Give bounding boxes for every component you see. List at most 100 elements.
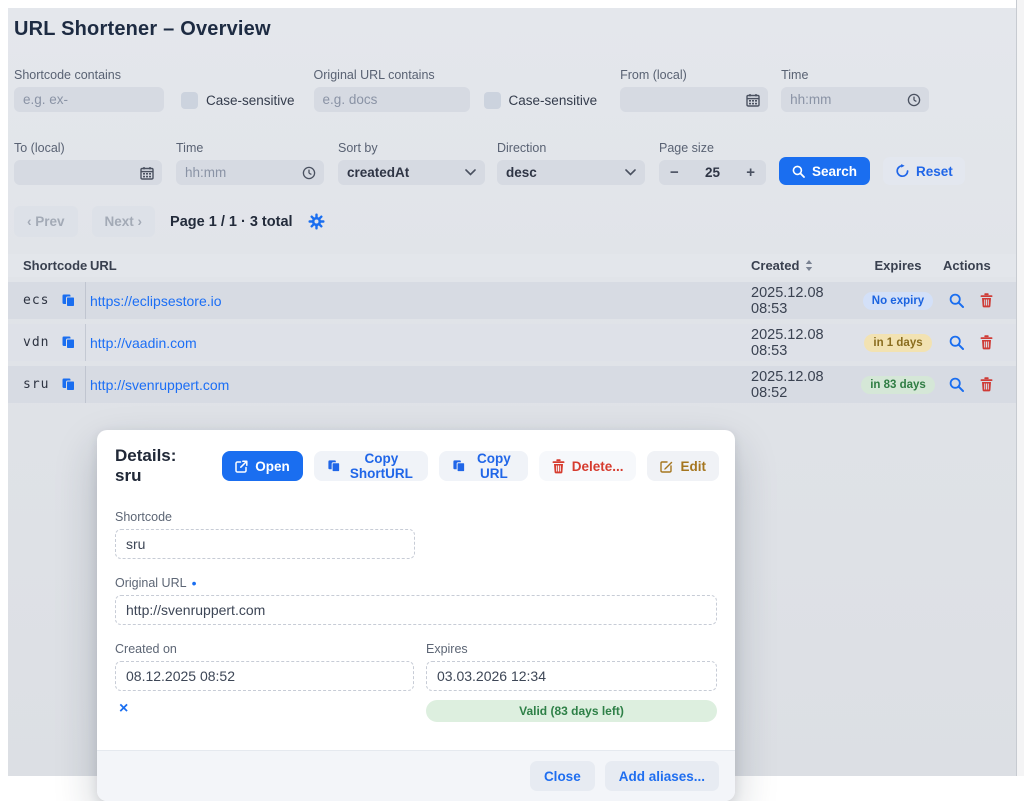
view-details-icon[interactable] [949, 293, 964, 308]
table-row[interactable]: ecs https://eclipsestore.io 2025.12.08 0… [8, 282, 1016, 319]
validity-badge: Valid (83 days left) [426, 700, 717, 722]
to-date-label: To (local) [14, 141, 162, 155]
header-url: URL [86, 254, 743, 277]
chevron-down-icon [625, 169, 636, 176]
page-status: Page 1 / 1 · 3 total [170, 214, 293, 230]
shortcode-value: ecs [23, 293, 49, 308]
edit-button-label: Edit [680, 459, 706, 474]
pagination-bar: ‹ Prev Next › Page 1 / 1 · 3 total [14, 206, 1016, 237]
direction-select[interactable]: desc [497, 160, 645, 185]
copy-icon [452, 459, 466, 473]
search-button[interactable]: Search [779, 157, 870, 185]
page-size-stepper: − 25 + [659, 160, 766, 185]
table-row[interactable]: vdn http://vaadin.com 2025.12.08 08:53 i… [8, 324, 1016, 361]
created-value: 2025.12.08 08:52 [743, 366, 853, 403]
shortcode-contains-label: Shortcode contains [14, 68, 164, 82]
url-link[interactable]: http://svenruppert.com [90, 377, 229, 393]
dialog-created-on-input[interactable] [115, 661, 414, 691]
dialog-original-url-input[interactable] [115, 595, 717, 625]
copy-shortcode-icon[interactable] [61, 377, 76, 392]
delete-button[interactable]: Delete... [539, 451, 637, 481]
expires-badge: in 1 days [864, 334, 931, 352]
header-shortcode: Shortcode [8, 254, 86, 277]
from-date-label: From (local) [620, 68, 768, 82]
url-link[interactable]: https://eclipsestore.io [90, 293, 222, 309]
table-header-row: Shortcode URL Created Expires Actions [8, 254, 1016, 277]
settings-gear-icon[interactable] [308, 213, 325, 230]
decrease-button[interactable]: − [668, 164, 681, 181]
original-url-contains-input[interactable] [314, 87, 470, 112]
to-time-label: Time [176, 141, 324, 155]
dialog-expires-input[interactable] [426, 661, 717, 691]
chevron-down-icon [465, 169, 476, 176]
header-created[interactable]: Created [743, 254, 853, 277]
dialog-created-on-label: Created on [115, 642, 414, 656]
edit-button[interactable]: Edit [647, 451, 719, 481]
direction-field: Direction desc [497, 141, 645, 185]
copy-shorturl-button[interactable]: Copy ShortURL [314, 451, 428, 481]
view-details-icon[interactable] [949, 377, 964, 392]
external-link-icon [235, 460, 248, 473]
trash-icon [552, 459, 565, 474]
delete-row-icon[interactable] [980, 293, 993, 308]
case-sensitive-shortcode-label: Case-sensitive [206, 93, 295, 108]
delete-row-icon[interactable] [980, 335, 993, 350]
url-link[interactable]: http://vaadin.com [90, 335, 197, 351]
expires-badge: in 83 days [861, 376, 935, 394]
header-expires: Expires [853, 254, 935, 277]
reset-icon [895, 164, 909, 178]
pencil-icon [660, 460, 673, 473]
original-url-contains-field: Original URL contains [314, 68, 470, 112]
details-dialog: Details: sru Open Copy ShortURL Copy URL… [97, 430, 735, 801]
add-aliases-button[interactable]: Add aliases... [605, 761, 719, 791]
shortcode-value: sru [23, 377, 49, 392]
view-details-icon[interactable] [949, 335, 964, 350]
dialog-header: Details: sru Open Copy ShortURL Copy URL… [97, 430, 735, 498]
from-time-label: Time [781, 68, 929, 82]
shortcode-value: vdn [23, 335, 49, 350]
to-time-field: Time [176, 141, 324, 185]
sort-by-value: createdAt [347, 165, 409, 180]
reset-button[interactable]: Reset [883, 157, 965, 185]
increase-button[interactable]: + [744, 164, 757, 181]
clock-icon[interactable] [302, 166, 316, 180]
sort-by-select[interactable]: createdAt [338, 160, 485, 185]
clock-icon[interactable] [907, 93, 921, 107]
copy-url-label: Copy URL [473, 451, 515, 481]
delete-row-icon[interactable] [980, 377, 993, 392]
header-actions: Actions [935, 254, 1016, 277]
dialog-original-url-label: Original URL [115, 576, 187, 590]
close-x-icon[interactable]: × [119, 702, 128, 716]
dialog-shortcode-input[interactable] [115, 529, 415, 559]
page-size-label: Page size [659, 141, 766, 155]
delete-button-label: Delete... [572, 459, 624, 474]
copy-url-button[interactable]: Copy URL [439, 451, 528, 481]
created-value: 2025.12.08 08:53 [743, 282, 853, 319]
dialog-original-url-field: Original URL • [115, 576, 717, 625]
shortcode-contains-input[interactable] [14, 87, 164, 112]
calendar-icon[interactable] [746, 93, 760, 107]
case-sensitive-url-checkbox[interactable] [484, 92, 501, 109]
open-button-label: Open [255, 459, 290, 474]
close-button[interactable]: Close [530, 761, 595, 791]
from-time-field: Time [781, 68, 929, 112]
case-sensitive-url-group: Case-sensitive [484, 92, 598, 109]
prev-page-button[interactable]: ‹ Prev [14, 206, 78, 237]
copy-shortcode-icon[interactable] [61, 293, 76, 308]
search-button-label: Search [812, 164, 857, 179]
dialog-expires-label: Expires [426, 642, 717, 656]
original-url-contains-label: Original URL contains [314, 68, 470, 82]
direction-value: desc [506, 165, 537, 180]
copy-shortcode-icon[interactable] [61, 335, 76, 350]
page-size-field: Page size − 25 + [659, 141, 766, 185]
to-date-field: To (local) [14, 141, 162, 185]
filter-row-2: To (local) Time Sort by createdAt [14, 141, 1016, 185]
case-sensitive-shortcode-checkbox[interactable] [181, 92, 198, 109]
copy-icon [327, 459, 341, 473]
scrollbar-gutter[interactable] [1016, 0, 1024, 776]
open-button[interactable]: Open [222, 451, 303, 481]
table-row[interactable]: sru http://svenruppert.com 2025.12.08 08… [8, 366, 1016, 403]
calendar-icon[interactable] [140, 166, 154, 180]
filter-row-1: Shortcode contains Case-sensitive Origin… [14, 68, 1016, 112]
next-page-button[interactable]: Next › [92, 206, 156, 237]
